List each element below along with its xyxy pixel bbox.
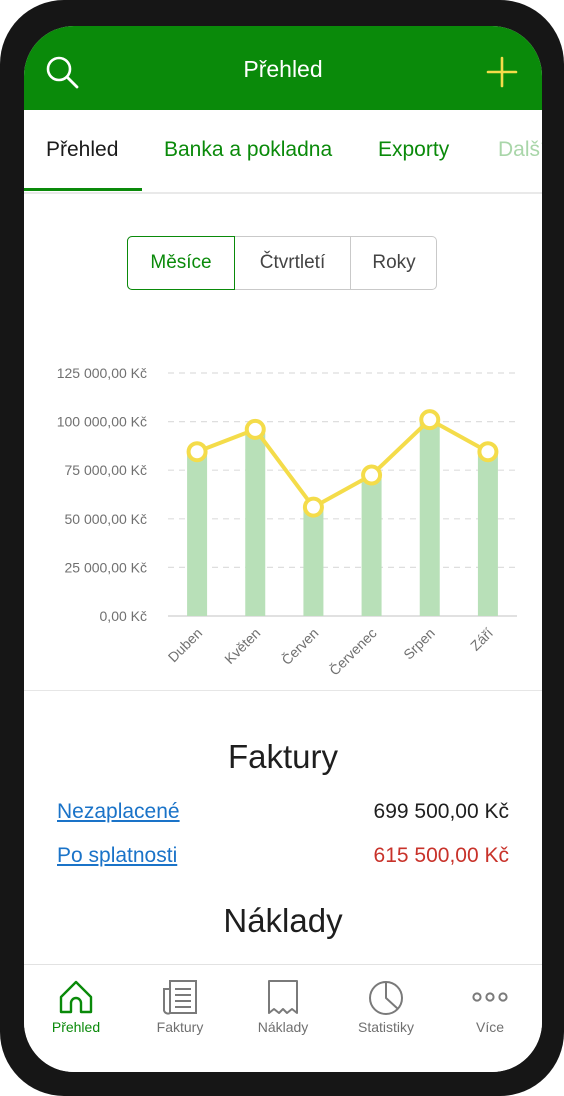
- unpaid-amount: 699 500,00 Kč: [373, 800, 509, 823]
- link-po-splatnosti[interactable]: Po splatnosti: [57, 844, 177, 868]
- bar: [245, 433, 266, 616]
- tab-exporty[interactable]: Exporty: [378, 138, 449, 162]
- line-point: [302, 496, 324, 518]
- y-tick-label: 75 000,00 Kč: [64, 462, 147, 478]
- add-icon[interactable]: [486, 56, 518, 88]
- nav-faktury[interactable]: Faktury: [128, 965, 232, 1065]
- active-tab-indicator: [24, 188, 142, 191]
- x-tick-label: Duben: [165, 625, 205, 665]
- tab-prehled[interactable]: Přehled: [46, 138, 118, 162]
- tab-banka-a-pokladna[interactable]: Banka a pokladna: [164, 138, 332, 162]
- bar: [187, 453, 208, 616]
- nav-label-vice: Více: [475, 1019, 504, 1035]
- home-icon: [59, 980, 93, 1014]
- period-segmented-control: Měsíce Čtvrtletí Roky: [127, 236, 437, 290]
- y-tick-label: 100 000,00 Kč: [57, 414, 147, 430]
- x-tick-label: Červen: [278, 625, 321, 668]
- nav-statistiky[interactable]: Statistiky: [334, 965, 438, 1065]
- x-tick-label: Září: [467, 625, 496, 654]
- naklady-title: Náklady: [223, 902, 343, 939]
- y-tick-label: 125 000,00 Kč: [57, 365, 147, 381]
- bar: [477, 453, 498, 616]
- nav-label-statistiky: Statistiky: [357, 1019, 414, 1035]
- y-tick-label: 25 000,00 Kč: [64, 559, 147, 575]
- section-divider: [24, 690, 542, 691]
- pie-chart-icon: [369, 981, 403, 1015]
- app-screen: Přehled Přehled Banka a pokladna Exporty…: [24, 26, 542, 1072]
- bar: [419, 422, 440, 616]
- line-point: [419, 409, 441, 431]
- link-nezaplacene[interactable]: Nezaplacené: [57, 800, 180, 824]
- page-title: Přehled: [243, 56, 323, 82]
- line-point: [244, 418, 266, 440]
- x-tick-label: Červenec: [326, 625, 380, 679]
- line-point: [361, 464, 383, 486]
- faktury-title: Faktury: [227, 738, 339, 775]
- top-app-bar: Přehled: [24, 26, 542, 110]
- nav-label-faktury: Faktury: [156, 1019, 204, 1035]
- nav-label-prehled: Přehled: [51, 1019, 101, 1035]
- section-tabs: Přehled Banka a pokladna Exporty Další: [24, 110, 542, 194]
- nav-vice[interactable]: Více: [438, 965, 542, 1065]
- line-point: [186, 441, 208, 463]
- tab-dalsi[interactable]: Další: [498, 138, 542, 162]
- line-series: [196, 417, 489, 510]
- line-point: [477, 441, 499, 463]
- segment-roky[interactable]: Roky: [351, 236, 437, 290]
- monthly-chart: 0,00 Kč 25 000,00 Kč 50 000,00 Kč 75 000,00…: [57, 365, 517, 679]
- x-tick-label: Květen: [221, 625, 263, 667]
- y-tick-label: 50 000,00 Kč: [64, 511, 147, 527]
- overdue-amount: 615 500,00 Kč: [373, 844, 509, 867]
- nav-label-naklady: Náklady: [257, 1019, 309, 1035]
- segment-mesice[interactable]: Měsíce: [127, 236, 235, 290]
- segment-ctvrtleti[interactable]: Čtvrtletí: [235, 236, 351, 290]
- bottom-navigation: Přehled Faktury Náklady Statistiky Více: [24, 964, 542, 1072]
- receipt-icon: [268, 980, 298, 1014]
- bar: [303, 509, 324, 616]
- more-dots-icon: [472, 992, 508, 1002]
- y-tick-label: 0,00 Kč: [100, 608, 147, 624]
- invoice-icon: [162, 980, 197, 1015]
- nav-prehled[interactable]: Přehled: [24, 965, 128, 1065]
- phone-frame: Přehled Přehled Banka a pokladna Exporty…: [0, 0, 564, 1096]
- bar: [361, 477, 382, 616]
- nav-naklady[interactable]: Náklady: [231, 965, 335, 1065]
- x-tick-label: Srpen: [400, 625, 438, 663]
